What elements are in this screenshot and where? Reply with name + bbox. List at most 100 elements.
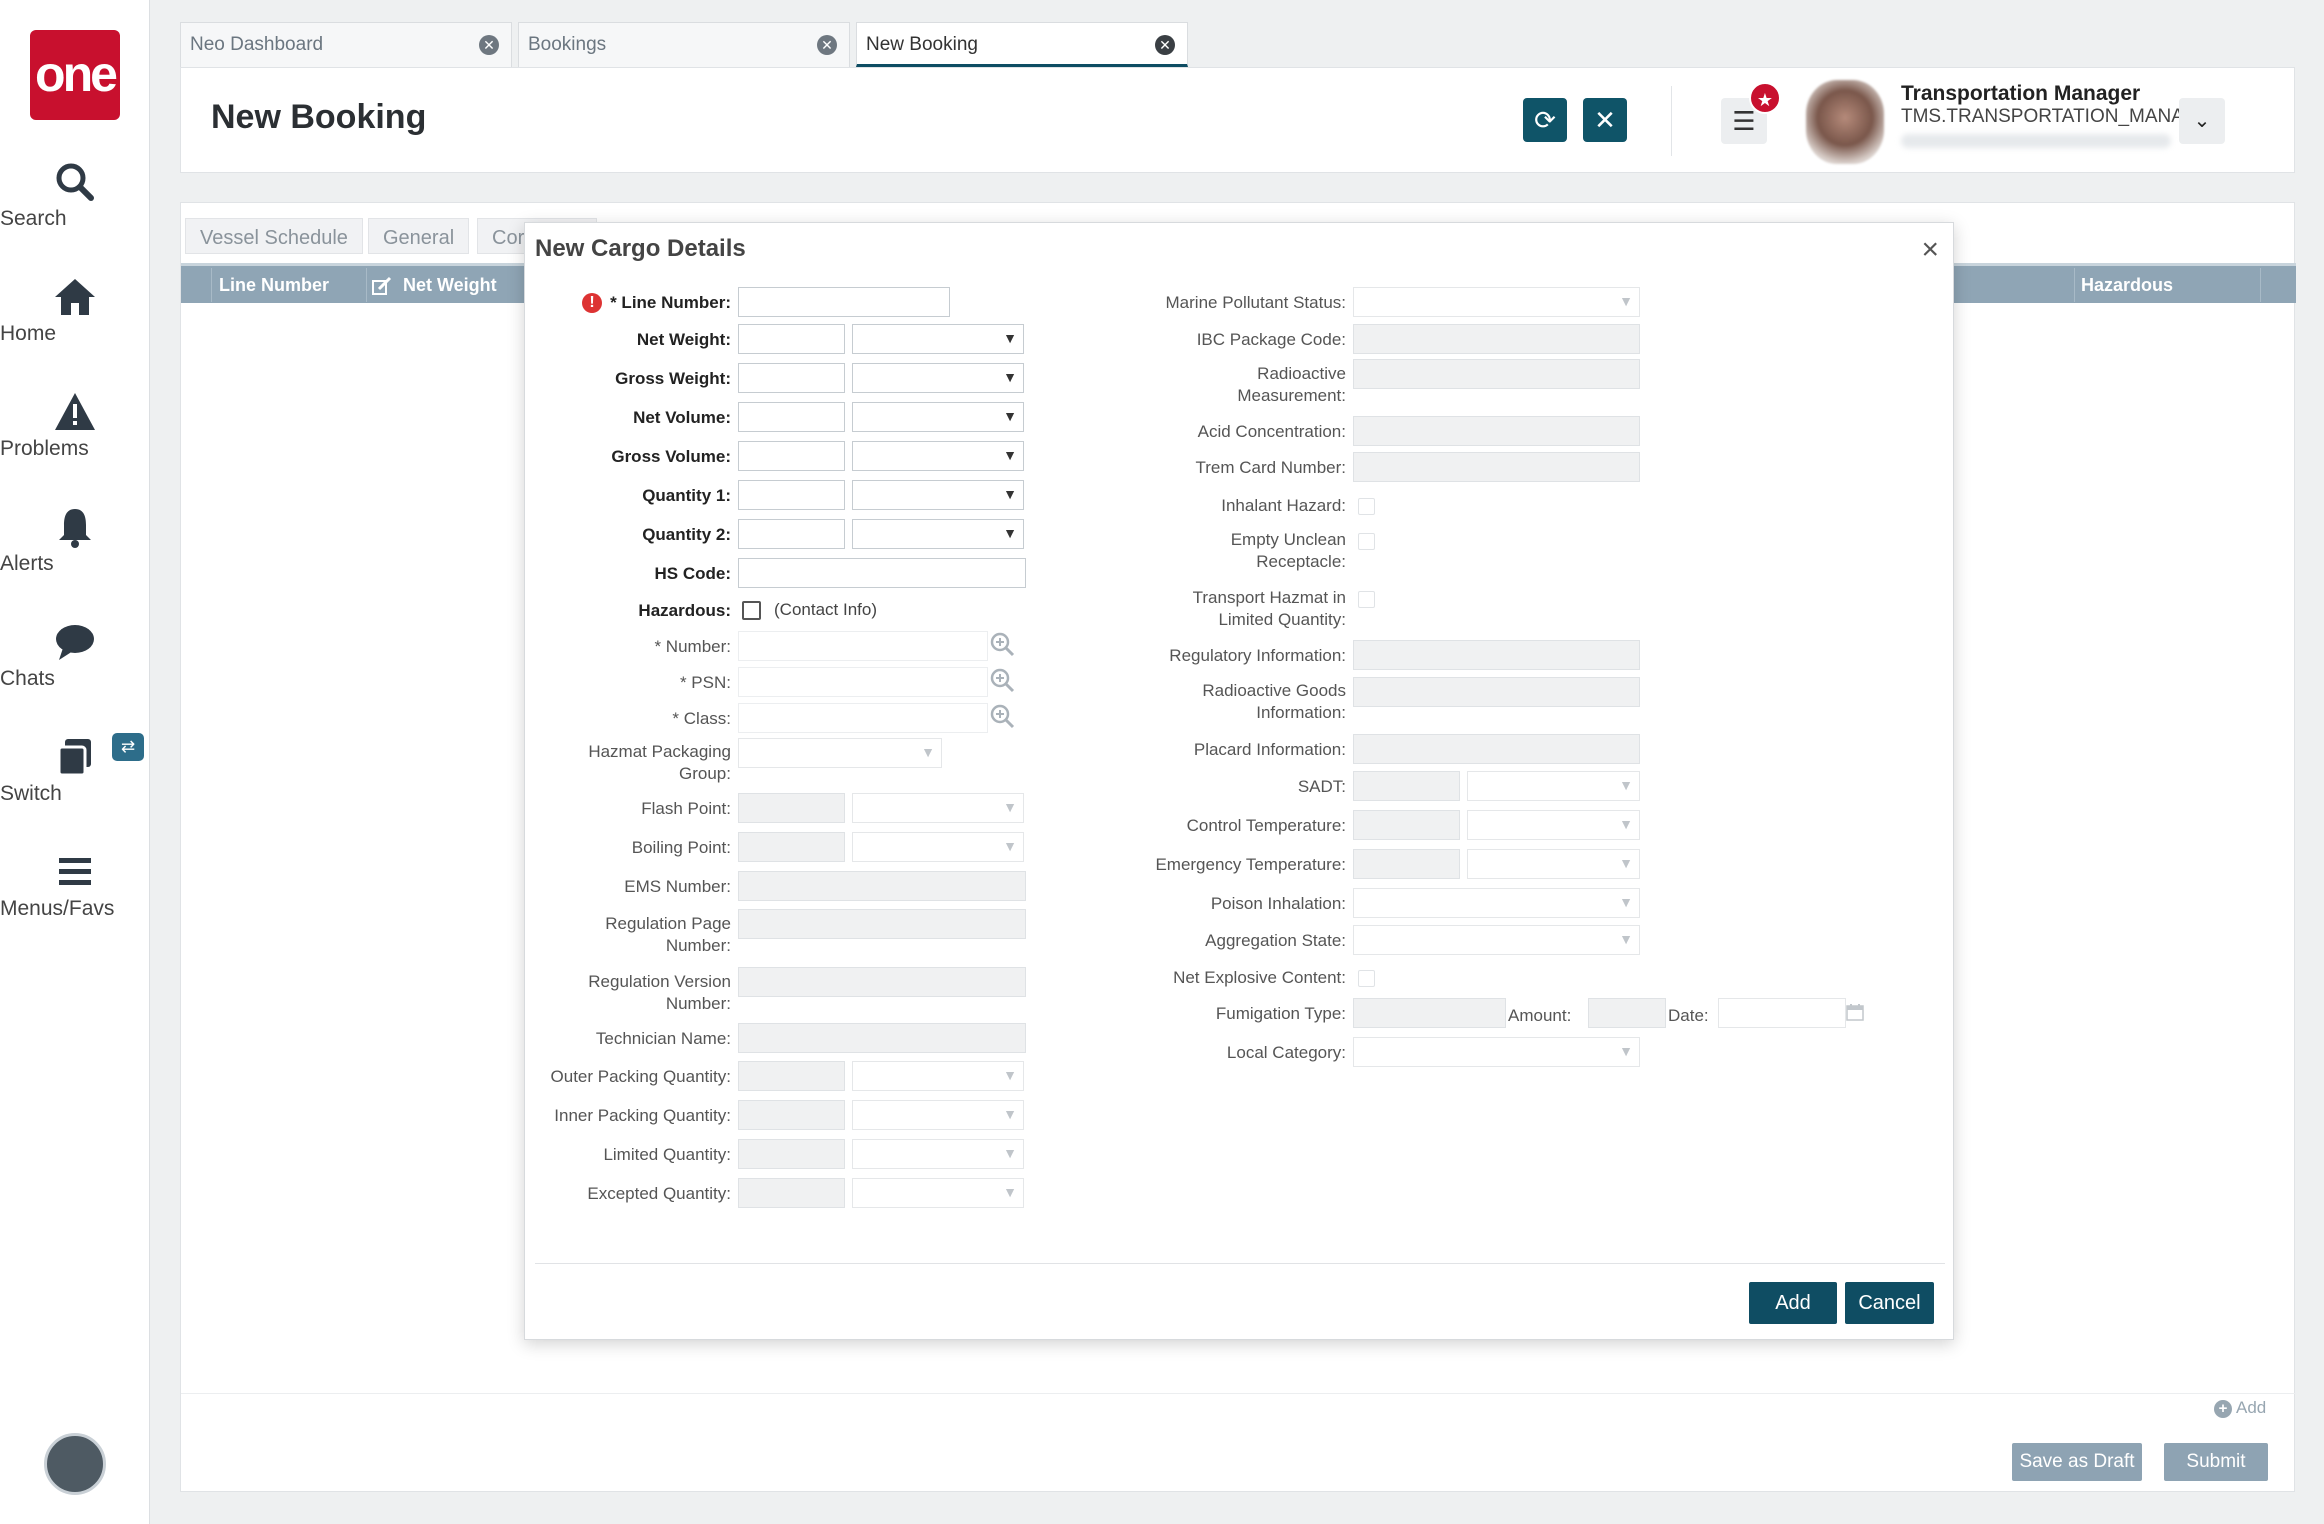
add-button[interactable]: Add <box>1749 1282 1837 1324</box>
control-temperature-unit-select[interactable]: ▼ <box>1467 810 1640 840</box>
close-tab-icon[interactable]: ✕ <box>817 35 837 55</box>
switch-badge-icon[interactable]: ⇄ <box>112 733 144 761</box>
class-input[interactable] <box>738 703 988 733</box>
nav-alerts[interactable]: Alerts <box>0 505 150 575</box>
psn-input[interactable] <box>738 667 988 697</box>
line-number-input[interactable] <box>738 287 950 317</box>
subtab-vessel-schedule[interactable]: Vessel Schedule <box>185 218 363 254</box>
inhalant-hazard-checkbox[interactable] <box>1358 498 1375 515</box>
quantity1-unit-select[interactable]: ▼ <box>852 480 1024 510</box>
nav-home[interactable]: Home <box>0 275 150 345</box>
excepted-quantity-input[interactable] <box>738 1178 845 1208</box>
dialog-close-icon[interactable]: × <box>1921 233 1939 267</box>
favorite-star-icon[interactable]: ★ <box>1749 82 1781 114</box>
excepted-quantity-unit-select[interactable]: ▼ <box>852 1178 1024 1208</box>
gross-volume-input[interactable] <box>738 441 845 471</box>
net-weight-unit-select[interactable]: ▼ <box>852 324 1024 354</box>
hazmat-packaging-group-select[interactable]: ▼ <box>738 738 942 768</box>
lookup-icon[interactable] <box>989 667 1015 693</box>
tab-bookings[interactable]: Bookings ✕ <box>518 22 850 67</box>
user-menu-button[interactable]: ⌄ <box>2179 98 2225 144</box>
aggregation-state-select[interactable]: ▼ <box>1353 925 1640 955</box>
un-number-input[interactable] <box>738 631 988 661</box>
contact-info-link[interactable]: (Contact Info) <box>774 600 877 620</box>
poison-inhalation-select[interactable]: ▼ <box>1353 888 1640 918</box>
boiling-point-input[interactable] <box>738 832 845 862</box>
label-line: Radioactive Goods <box>1202 681 1346 700</box>
empty-unclean-receptacle-checkbox[interactable] <box>1358 533 1375 550</box>
trem-card-number-input[interactable] <box>1353 452 1640 482</box>
user-email-blurred <box>1901 134 2171 148</box>
net-volume-unit-select[interactable]: ▼ <box>852 402 1024 432</box>
col-line-number[interactable]: Line Number <box>219 275 329 296</box>
gross-volume-unit-select[interactable]: ▼ <box>852 441 1024 471</box>
radioactive-goods-information-label: Radioactive Goods Information: <box>1202 680 1346 724</box>
placard-information-input[interactable] <box>1353 734 1640 764</box>
outer-packing-unit-select[interactable]: ▼ <box>852 1061 1024 1091</box>
tab-neo-dashboard[interactable]: Neo Dashboard ✕ <box>180 22 512 67</box>
ems-number-input[interactable] <box>738 871 1026 901</box>
cancel-button[interactable]: Cancel <box>1845 1282 1934 1324</box>
radioactive-goods-information-input[interactable] <box>1353 677 1640 707</box>
gross-weight-unit-select[interactable]: ▼ <box>852 363 1024 393</box>
close-page-button[interactable]: ✕ <box>1583 98 1627 142</box>
hazardous-checkbox[interactable] <box>742 601 761 620</box>
assistant-avatar[interactable] <box>44 1433 106 1495</box>
nav-chats[interactable]: Chats <box>0 620 150 690</box>
net-volume-input[interactable] <box>738 402 845 432</box>
subtab-general[interactable]: General <box>368 218 470 254</box>
boiling-point-unit-select[interactable]: ▼ <box>852 832 1024 862</box>
calendar-icon[interactable] <box>1846 1003 1864 1021</box>
refresh-button[interactable]: ⟳ <box>1523 98 1567 142</box>
fumigation-type-input[interactable] <box>1353 998 1506 1028</box>
limited-quantity-unit-select[interactable]: ▼ <box>852 1139 1024 1169</box>
user-avatar[interactable] <box>1806 80 1884 164</box>
quantity1-input[interactable] <box>738 480 845 510</box>
limited-quantity-input[interactable] <box>738 1139 845 1169</box>
app-logo[interactable]: one <box>30 30 120 120</box>
net-explosive-content-checkbox[interactable] <box>1358 970 1375 987</box>
transport-hazmat-limited-quantity-label: Transport Hazmat in Limited Quantity: <box>1193 587 1346 631</box>
marine-pollutant-status-select[interactable]: ▼ <box>1353 287 1640 317</box>
emergency-temperature-unit-select[interactable]: ▼ <box>1467 849 1640 879</box>
flash-point-input[interactable] <box>738 793 845 823</box>
regulation-page-number-input[interactable] <box>738 909 1026 939</box>
regulation-version-number-input[interactable] <box>738 967 1026 997</box>
sadt-unit-select[interactable]: ▼ <box>1467 771 1640 801</box>
amount-input[interactable] <box>1588 998 1666 1028</box>
transport-hazmat-checkbox[interactable] <box>1358 591 1375 608</box>
inner-packing-unit-select[interactable]: ▼ <box>852 1100 1024 1130</box>
save-as-draft-button[interactable]: Save as Draft <box>2012 1443 2142 1481</box>
col-hazardous[interactable]: Hazardous <box>2081 275 2173 296</box>
tab-new-booking[interactable]: New Booking ✕ <box>856 22 1188 67</box>
quantity2-input[interactable] <box>738 519 845 549</box>
flash-point-unit-select[interactable]: ▼ <box>852 793 1024 823</box>
close-tab-icon[interactable]: ✕ <box>479 35 499 55</box>
lookup-icon[interactable] <box>989 703 1015 729</box>
sadt-input[interactable] <box>1353 771 1460 801</box>
nav-menus-favs[interactable]: Menus/Favs <box>0 850 150 920</box>
gross-weight-input[interactable] <box>738 363 845 393</box>
control-temperature-input[interactable] <box>1353 810 1460 840</box>
inner-packing-quantity-input[interactable] <box>738 1100 845 1130</box>
emergency-temperature-input[interactable] <box>1353 849 1460 879</box>
regulatory-information-input[interactable] <box>1353 640 1640 670</box>
add-row-link[interactable]: + Add <box>2214 1398 2266 1418</box>
col-net-weight[interactable]: Net Weight <box>403 275 497 296</box>
close-tab-icon[interactable]: ✕ <box>1155 35 1175 55</box>
outer-packing-quantity-input[interactable] <box>738 1061 845 1091</box>
net-weight-input[interactable] <box>738 324 845 354</box>
quantity2-unit-select[interactable]: ▼ <box>852 519 1024 549</box>
hs-code-input[interactable] <box>738 558 1026 588</box>
radioactive-measurement-label: Radioactive Measurement: <box>1237 363 1346 407</box>
lookup-icon[interactable] <box>989 631 1015 657</box>
radioactive-measurement-input[interactable] <box>1353 359 1640 389</box>
acid-concentration-input[interactable] <box>1353 416 1640 446</box>
ibc-package-code-input[interactable] <box>1353 324 1640 354</box>
nav-search[interactable]: Search <box>0 160 150 230</box>
nav-problems[interactable]: Problems <box>0 390 150 460</box>
local-category-select[interactable]: ▼ <box>1353 1037 1640 1067</box>
technician-name-input[interactable] <box>738 1023 1026 1053</box>
submit-button[interactable]: Submit <box>2164 1443 2268 1481</box>
date-input[interactable] <box>1718 998 1846 1028</box>
